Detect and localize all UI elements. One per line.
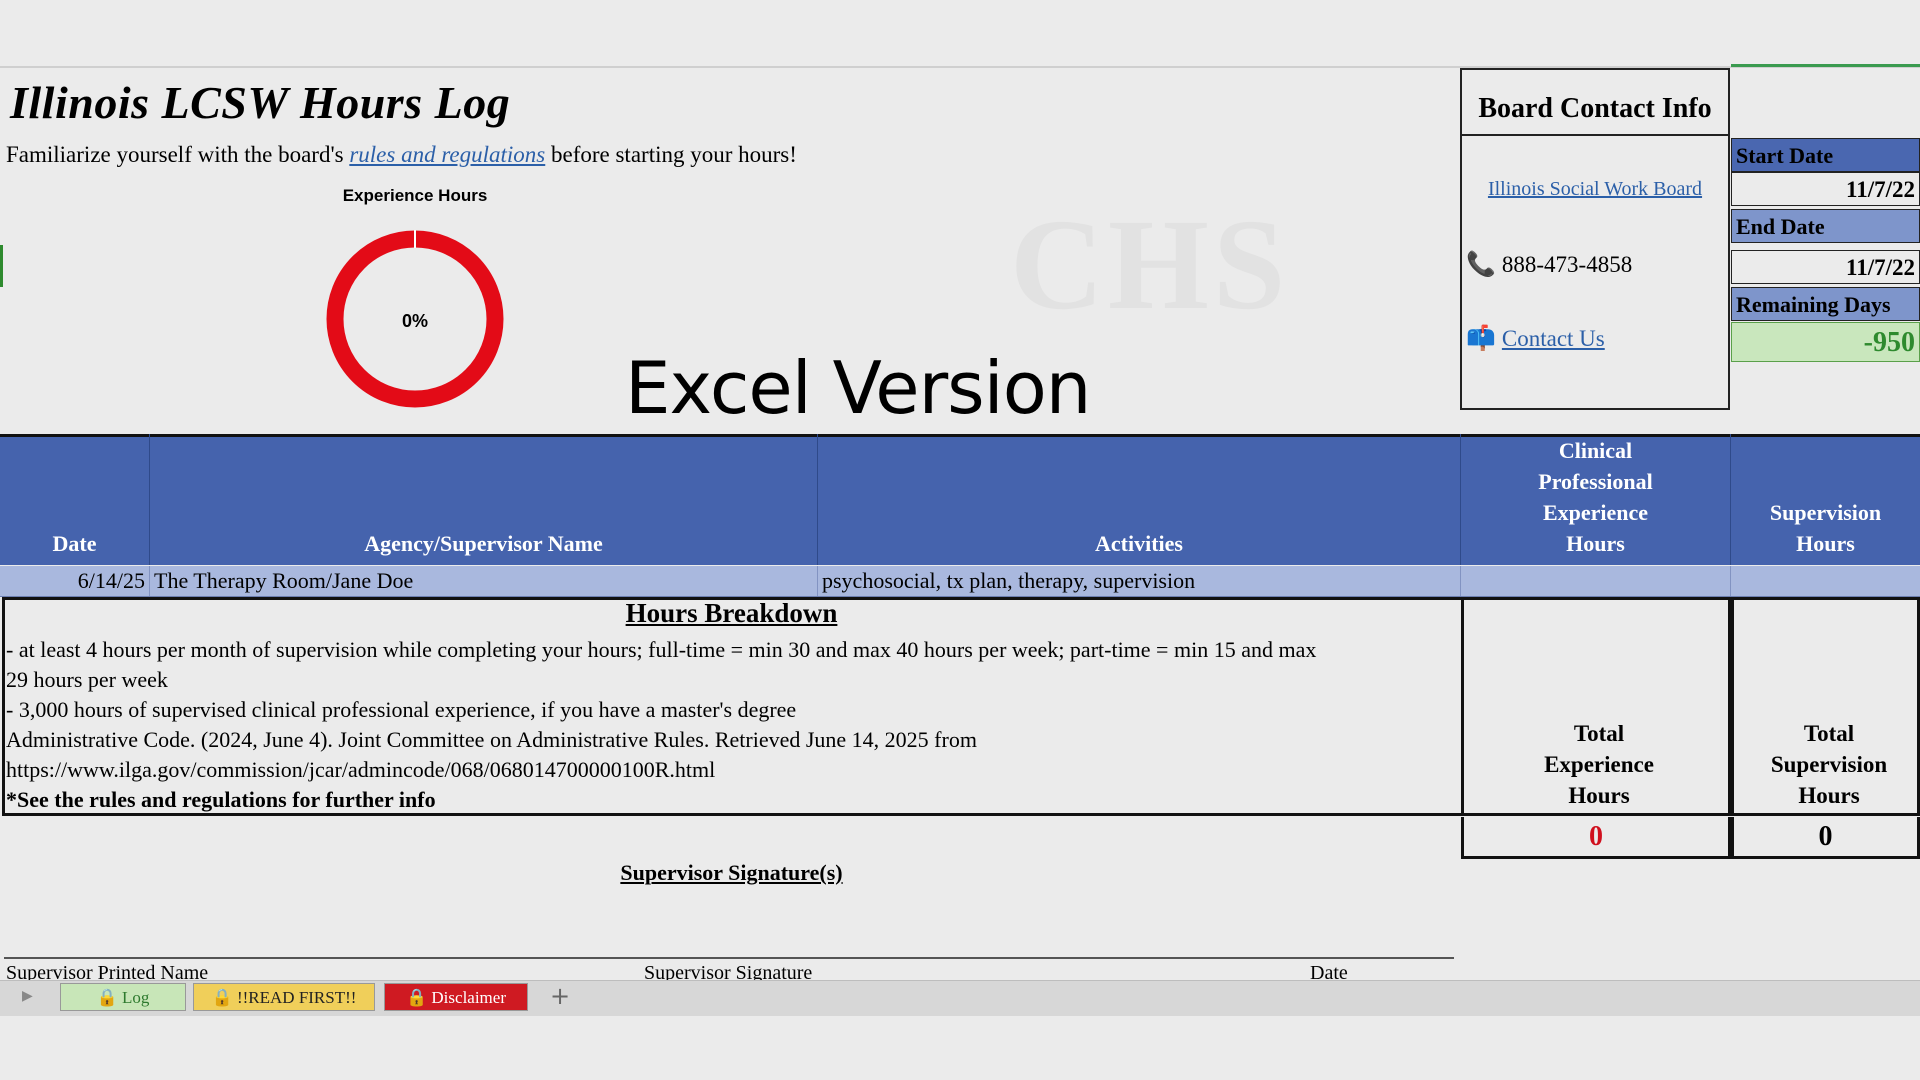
cell-activities[interactable]: psychosocial, tx plan, therapy, supervis… [818, 566, 1461, 596]
total-experience-box: Total Experience Hours [1461, 597, 1731, 816]
donut-chart: 0% [326, 230, 504, 408]
subtitle-before: Familiarize yourself with the board's [6, 142, 350, 167]
total-supervision-value[interactable]: 0 [1731, 817, 1920, 859]
date-panel: Start Date 11/7/22 End Date 11/7/22 Rema… [1731, 68, 1920, 362]
board-link[interactable]: Illinois Social Work Board [1460, 178, 1730, 201]
row-selection-marker [0, 245, 3, 287]
phone-icon: 📞 [1466, 252, 1496, 278]
start-date-label: Start Date [1731, 138, 1920, 172]
signature-date-label: Date [1310, 962, 1348, 980]
start-date-value[interactable]: 11/7/22 [1731, 172, 1920, 206]
phone-number: 888-473-4858 [1501, 252, 1633, 277]
breakdown-line: - 3,000 hours of supervised clinical pro… [6, 697, 797, 722]
sheet-tab-log[interactable]: 🔒 Log [60, 983, 186, 1011]
header-clinical-hours[interactable]: Clinical Professional Experience Hours [1461, 434, 1731, 565]
breakdown-line: Administrative Code. (2024, June 4). Joi… [6, 727, 977, 752]
total-experience-value[interactable]: 0 [1461, 817, 1731, 859]
date-panel-accent [1731, 64, 1920, 67]
lock-icon: 🔒 [96, 988, 118, 1007]
mailbox-icon: 📫 [1466, 326, 1496, 352]
signature-line [4, 957, 1454, 959]
supervisor-signature-label: Supervisor Signature [644, 962, 813, 980]
hours-breakdown-title: Hours Breakdown [625, 598, 838, 628]
tab-label: Disclaimer [431, 988, 506, 1007]
end-date-label: End Date [1731, 209, 1920, 243]
scroll-tabs-right-icon[interactable]: ▶ [22, 988, 33, 1004]
contact-us-row[interactable]: 📫 Contact Us [1466, 326, 1605, 352]
total-experience-label: Total Experience Hours [1544, 721, 1654, 808]
rules-link[interactable]: rules and regulations [349, 142, 545, 167]
add-sheet-button[interactable]: + [550, 982, 570, 1010]
breakdown-line: 29 hours per week [6, 667, 168, 692]
cell-agency[interactable]: The Therapy Room/Jane Doe [150, 566, 818, 596]
header-agency[interactable]: Agency/Supervisor Name [150, 434, 818, 565]
contact-us-link[interactable]: Contact Us [1502, 326, 1605, 352]
sheet-tab-read-first[interactable]: 🔒 !!READ FIRST!! [193, 983, 375, 1011]
supervisor-signature-title: Supervisor Signature(s) [620, 860, 843, 885]
lock-icon: 🔒 [405, 988, 428, 1007]
breakdown-line: https://www.ilga.gov/commission/jcar/adm… [6, 757, 716, 782]
breakdown-line: - at least 4 hours per month of supervis… [6, 637, 1317, 662]
cell-supervision-hours[interactable] [1731, 566, 1920, 596]
subtitle-after: before starting your hours! [545, 142, 797, 167]
end-date-value[interactable]: 11/7/22 [1731, 250, 1920, 284]
cell-date[interactable]: 6/14/25 [0, 566, 150, 596]
total-supervision-box: Total Supervision Hours [1731, 597, 1920, 816]
bottom-area [0, 1016, 1920, 1080]
tab-label: !!READ FIRST!! [236, 988, 357, 1007]
header-activities[interactable]: Activities [818, 434, 1461, 565]
contact-heading: Board Contact Info [1460, 68, 1730, 136]
remaining-days-value[interactable]: -950 [1731, 322, 1920, 362]
donut-center-label: 0% [402, 311, 428, 331]
page-title: Illinois LCSW Hours Log [10, 77, 511, 128]
subtitle: Familiarize yourself with the board's ru… [6, 142, 797, 168]
tab-label: Log [122, 988, 150, 1007]
total-supervision-label: Total Supervision Hours [1770, 721, 1888, 808]
header-date[interactable]: Date [0, 434, 150, 565]
phone-row: 📞 888-473-4858 [1466, 252, 1632, 278]
remaining-days-label: Remaining Days [1731, 287, 1920, 321]
header-supervision-hours[interactable]: Supervision Hours [1731, 434, 1920, 565]
supervisor-printed-name-label: Supervisor Printed Name [6, 962, 209, 980]
lock-icon: 🔒 [211, 988, 233, 1007]
sheet-tab-disclaimer[interactable]: 🔒 Disclaimer [384, 983, 528, 1011]
watermark-logo: CHS [1010, 193, 1290, 337]
cell-clinical-hours[interactable] [1461, 566, 1731, 596]
chart-title: Experience Hours [342, 186, 488, 205]
excel-version-overlay: Excel Version [625, 346, 1091, 430]
breakdown-line: *See the rules and regulations for furth… [6, 787, 436, 812]
